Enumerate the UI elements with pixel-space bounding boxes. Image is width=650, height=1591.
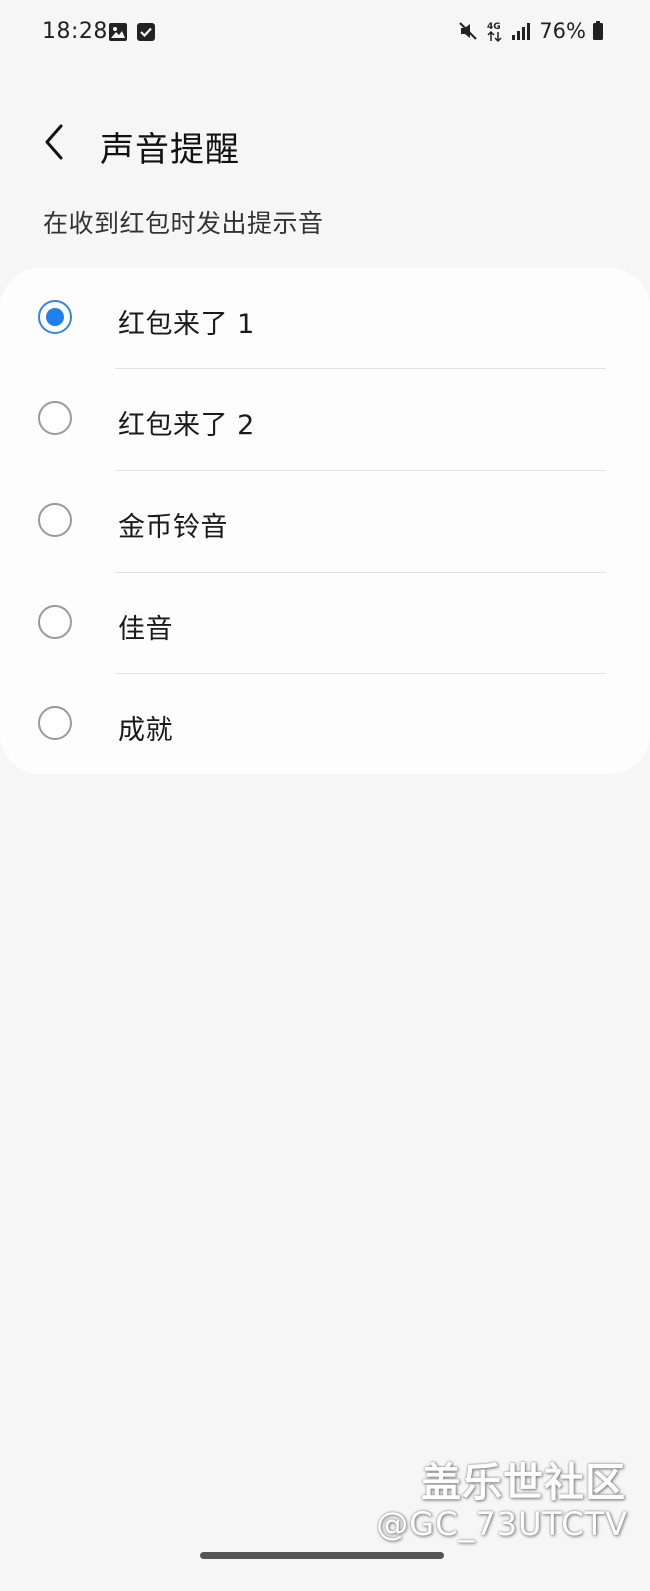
image-icon — [108, 22, 128, 46]
sound-option-label: 金币铃音 — [118, 512, 228, 543]
chevron-left-icon — [41, 122, 69, 166]
home-indicator[interactable] — [200, 1552, 444, 1559]
sound-option-4[interactable]: 佳音 — [0, 573, 650, 674]
sound-option-label: 红包来了 1 — [118, 309, 255, 340]
status-notification-icons — [108, 22, 156, 46]
radio-button[interactable] — [38, 706, 72, 740]
radio-button[interactable] — [38, 605, 72, 639]
radio-button[interactable] — [38, 401, 72, 435]
sound-option-label: 成就 — [118, 715, 173, 746]
mute-icon — [457, 20, 479, 42]
back-button[interactable] — [30, 116, 80, 172]
sound-option-3[interactable]: 金币铃音 — [0, 471, 650, 572]
checkbox-icon — [136, 22, 156, 46]
radio-button[interactable] — [38, 503, 72, 537]
sound-options-card: 红包来了 1 红包来了 2 金币铃音 佳音 成就 — [0, 268, 650, 774]
sound-option-label: 佳音 — [118, 614, 173, 645]
sound-option-2[interactable]: 红包来了 2 — [0, 369, 650, 470]
battery-icon — [592, 21, 604, 41]
app-bar: 声音提醒 — [0, 110, 650, 180]
svg-text:4G: 4G — [487, 22, 501, 32]
battery-text: 76% — [539, 19, 586, 43]
4g-icon: 4G — [485, 19, 505, 43]
radio-button-selected[interactable] — [38, 300, 72, 334]
status-bar: 18:28 4G 76% — [0, 0, 650, 70]
signal-icon — [511, 21, 533, 41]
watermark-handle: @GC_73UTCTV — [376, 1505, 628, 1543]
sound-option-1[interactable]: 红包来了 1 — [0, 268, 650, 369]
watermark-title: 盖乐世社区 — [421, 1460, 626, 1506]
sound-option-label: 红包来了 2 — [118, 410, 255, 441]
status-time: 18:28 — [42, 19, 108, 44]
sound-option-5[interactable]: 成就 — [0, 674, 650, 775]
status-system-icons: 4G 76% — [457, 19, 604, 43]
page-description: 在收到红包时发出提示音 — [43, 209, 324, 238]
page-title: 声音提醒 — [100, 130, 240, 170]
